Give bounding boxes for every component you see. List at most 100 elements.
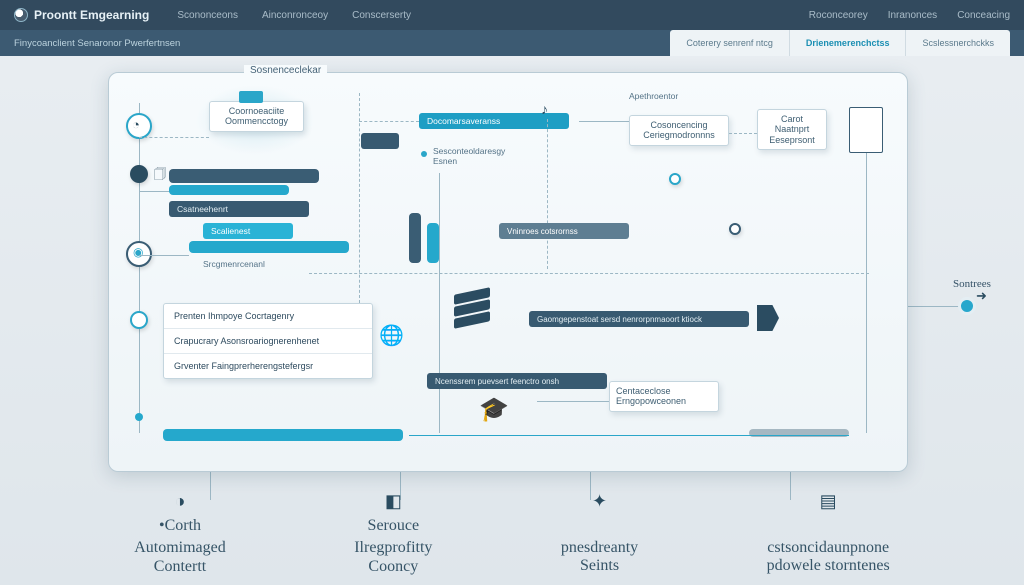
sources-connector xyxy=(908,306,964,307)
tag-mid-left: Srcgmenrcenanl xyxy=(203,259,265,269)
flow-label-1-text: Csatneehenrt xyxy=(177,204,228,214)
list-item[interactable]: Grventer Faingprerherengstefergsr xyxy=(164,354,372,378)
nav-item-3[interactable]: Conscerserty xyxy=(352,10,411,21)
list-item[interactable]: Prenten Ihmpoye Cocrtagenry xyxy=(164,304,372,329)
cat-2-line2: Ilregprofitty xyxy=(354,539,432,557)
cat-4-line2: cstsoncidaunpnone xyxy=(767,539,890,557)
tab-3[interactable]: Scslessnerchckks xyxy=(906,30,1010,56)
pipe-1 xyxy=(409,213,421,263)
nav-right-3[interactable]: Conceacing xyxy=(957,10,1010,21)
primary-nav: Scononceons Ainconronceoy Conscerserty xyxy=(177,10,411,21)
card-badge-icon xyxy=(239,91,263,103)
arrow-icon: ➜ xyxy=(976,288,987,304)
brand[interactable]: Proontt Emgearning xyxy=(14,8,149,22)
secondary-nav: Roconceorey Inranonces Conceacing xyxy=(809,10,1010,21)
ring-icon: ◉ xyxy=(133,245,143,259)
cat-2-icon: ◧ xyxy=(385,491,402,512)
right-rail xyxy=(866,153,867,433)
bottom-bar-teal xyxy=(163,429,403,441)
cat-3-icon: ✦ xyxy=(592,491,607,512)
pill-lower: Ncenssrem puevsert feenctro onsh xyxy=(427,373,607,389)
nav-item-2[interactable]: Ainconronceoy xyxy=(262,10,328,21)
rail-node-2-icon xyxy=(130,165,148,183)
sources-node-icon xyxy=(958,297,976,315)
category-4[interactable]: ▤ cstsoncidaunpnone pdowele storntenes xyxy=(767,489,890,576)
music-icon: ♪ xyxy=(541,101,548,117)
mid-rail-1 xyxy=(359,93,360,303)
gate-icon xyxy=(757,305,779,331)
cat-2-line1: Serouce xyxy=(354,517,432,535)
tag-long: Gaomgepenstoat sersd nenrorpnmaoort ktio… xyxy=(529,311,749,327)
requirements-list[interactable]: Prenten Ihmpoye Cocrtagenry Crapucrary A… xyxy=(163,303,373,379)
card-orchestrator[interactable]: Coornoeaciite Oommencctogy xyxy=(209,101,304,132)
tag-long-text: Gaomgepenstoat sersd nenrorpnmaoort ktio… xyxy=(537,315,702,324)
cat-4-line3: pdowele storntenes xyxy=(767,557,890,575)
list-item[interactable]: Crapucrary Asonsroariognerenhenet xyxy=(164,329,372,354)
divider-dash xyxy=(309,273,869,274)
doc-icon xyxy=(849,107,883,153)
category-3[interactable]: ✦ pnesdreanty Seints xyxy=(561,489,638,576)
bullet-icon xyxy=(421,151,427,157)
cat-4-spacer xyxy=(767,517,890,535)
pill-top-center-text: Docomarsaveranss xyxy=(427,116,500,126)
cat-1-line2: Automimaged xyxy=(134,539,226,557)
card-right-1[interactable]: Cosoncencing Ceriegmodronnns xyxy=(629,115,729,146)
tag-consumers-text: Vninroes cotsrornss xyxy=(507,227,578,236)
cat-1-icon: ◑ xyxy=(175,491,186,512)
gauge-icon: ◔ xyxy=(132,117,140,132)
globe-icon: 🌐 xyxy=(379,323,404,348)
architecture-panel: Sosnenceclekar ◔ ◉ Coornoeaciite Oommenc… xyxy=(108,72,908,472)
context-tabs: Coterery senrenf ntcg Drienemerenchctss … xyxy=(670,30,1010,56)
rail-node-4-icon xyxy=(130,311,148,329)
label-right-top: Apethroentor xyxy=(629,91,678,101)
flow-bar-2 xyxy=(189,241,349,253)
cat-3-line3: Seints xyxy=(561,557,638,575)
brand-name: Proontt Emgearning xyxy=(34,8,149,22)
h-conn-1 xyxy=(139,137,209,138)
flow-bar-1b xyxy=(169,185,289,195)
cat-4-icon: ▤ xyxy=(820,491,837,512)
cat-1-line1: •Corth xyxy=(134,517,226,535)
tab-1[interactable]: Coterery senrenf ntcg xyxy=(670,30,790,56)
breadcrumb: Finycoanclient Senaronor Pwerfertnsen xyxy=(14,38,180,49)
left-rail xyxy=(139,103,140,433)
flow-bar-1 xyxy=(169,169,319,183)
top-nav-bar: Proontt Emgearning Scononceons Ainconron… xyxy=(0,0,1024,30)
pill-mid-left: Scalienest xyxy=(203,223,293,239)
cat-3-spacer xyxy=(561,517,638,535)
brand-logo-icon xyxy=(14,8,28,22)
conn-lower xyxy=(537,401,609,402)
cat-1-line3: Contertt xyxy=(134,558,226,576)
category-2[interactable]: ◧ Serouce Ilregprofitty Cooncy xyxy=(354,489,432,576)
panel-title: Sosnenceclekar xyxy=(244,65,327,76)
sub-nav-bar: Finycoanclient Senaronor Pwerfertnsen Co… xyxy=(0,30,1024,56)
flow-label-1: Csatneehenrt xyxy=(169,201,309,217)
pill-mid-left-text: Scalienest xyxy=(211,226,250,236)
nav-item-1[interactable]: Scononceons xyxy=(177,10,238,21)
category-row: ◑ •Corth Automimaged Contertt ◧ Serouce … xyxy=(0,475,1024,585)
stage: ➜ Sontrees Sosnenceclekar ◔ ◉ Coornoeaci… xyxy=(0,56,1024,585)
note-top: Sesconteoldaresgy Esnen xyxy=(433,146,505,166)
bottom-connector xyxy=(409,435,849,436)
nav-right-2[interactable]: Inranonces xyxy=(888,10,937,21)
stack-icon xyxy=(454,291,490,331)
mini-node-1-icon xyxy=(669,173,681,185)
tag-consumers: Vninroes cotsrornss xyxy=(499,223,629,239)
category-1[interactable]: ◑ •Corth Automimaged Contertt xyxy=(134,489,226,576)
cat-3-line2: pnesdreanty xyxy=(561,539,638,557)
card-right-2[interactable]: Carot Naatnprt Eeseprsont xyxy=(757,109,827,150)
graduate-icon: 🎓 xyxy=(479,395,509,424)
mid-rail-2 xyxy=(547,119,548,269)
card-lower[interactable]: Centaceclose Erngopowceonen xyxy=(609,381,719,412)
sources-label: Sontrees xyxy=(953,278,991,290)
pipe-2 xyxy=(427,223,439,263)
conn-right-2 xyxy=(729,133,757,134)
conn-to-pill xyxy=(359,121,419,122)
tab-2[interactable]: Drienemerenchctss xyxy=(790,30,907,56)
mid-tag xyxy=(361,133,399,149)
rail-node-5-icon xyxy=(135,413,143,421)
mini-node-2-icon xyxy=(729,223,741,235)
nav-right-1[interactable]: Roconceorey xyxy=(809,10,868,21)
h-conn-3 xyxy=(139,255,189,256)
center-rail xyxy=(439,173,440,433)
